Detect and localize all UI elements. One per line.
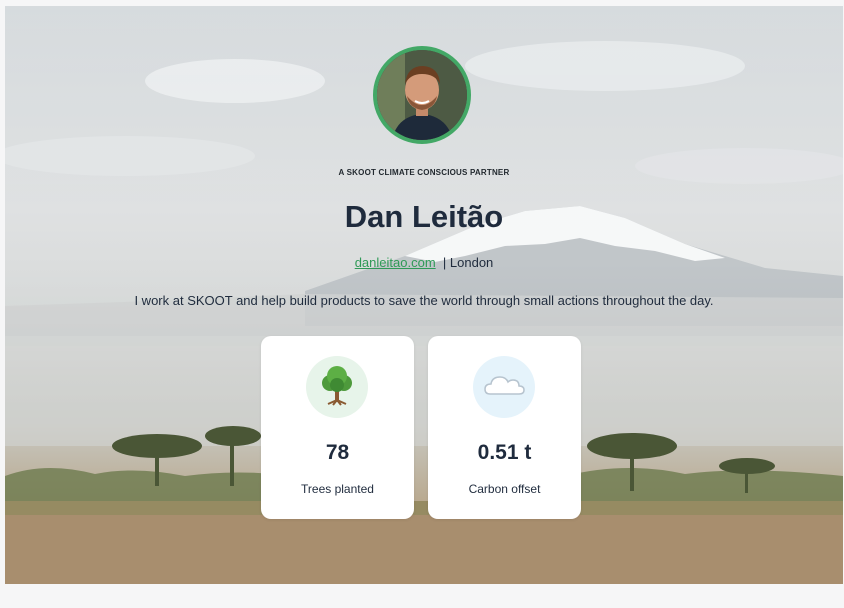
- trees-planted-value: 78: [325, 441, 350, 464]
- carbon-offset-label: Carbon offset: [468, 482, 541, 496]
- profile-section: A SKOOT CLIMATE CONSCIOUS PARTNER Dan Le…: [5, 6, 843, 584]
- profile-meta: danleitao.com | London: [5, 255, 843, 270]
- profile-location: London: [449, 255, 494, 270]
- profile-bio: I work at SKOOT and help build products …: [134, 293, 714, 308]
- partner-tagline: A SKOOT CLIMATE CONSCIOUS PARTNER: [338, 168, 510, 177]
- tree-icon: [306, 356, 368, 418]
- avatar: [373, 46, 471, 144]
- hero-banner: A SKOOT CLIMATE CONSCIOUS PARTNER Dan Le…: [5, 6, 843, 584]
- meta-separator: |: [442, 255, 447, 270]
- carbon-offset-value: 0.51 t: [477, 441, 532, 464]
- stat-card-carbon: 0.51 t Carbon offset: [428, 336, 581, 519]
- website-link[interactable]: danleitao.com: [355, 255, 436, 270]
- page: A SKOOT CLIMATE CONSCIOUS PARTNER Dan Le…: [0, 0, 844, 608]
- stat-card-trees: 78 Trees planted: [261, 336, 414, 519]
- profile-name: Dan Leitão: [344, 199, 504, 234]
- profile-photo: [377, 50, 467, 140]
- cloud-icon: [473, 356, 535, 418]
- trees-planted-label: Trees planted: [301, 482, 374, 496]
